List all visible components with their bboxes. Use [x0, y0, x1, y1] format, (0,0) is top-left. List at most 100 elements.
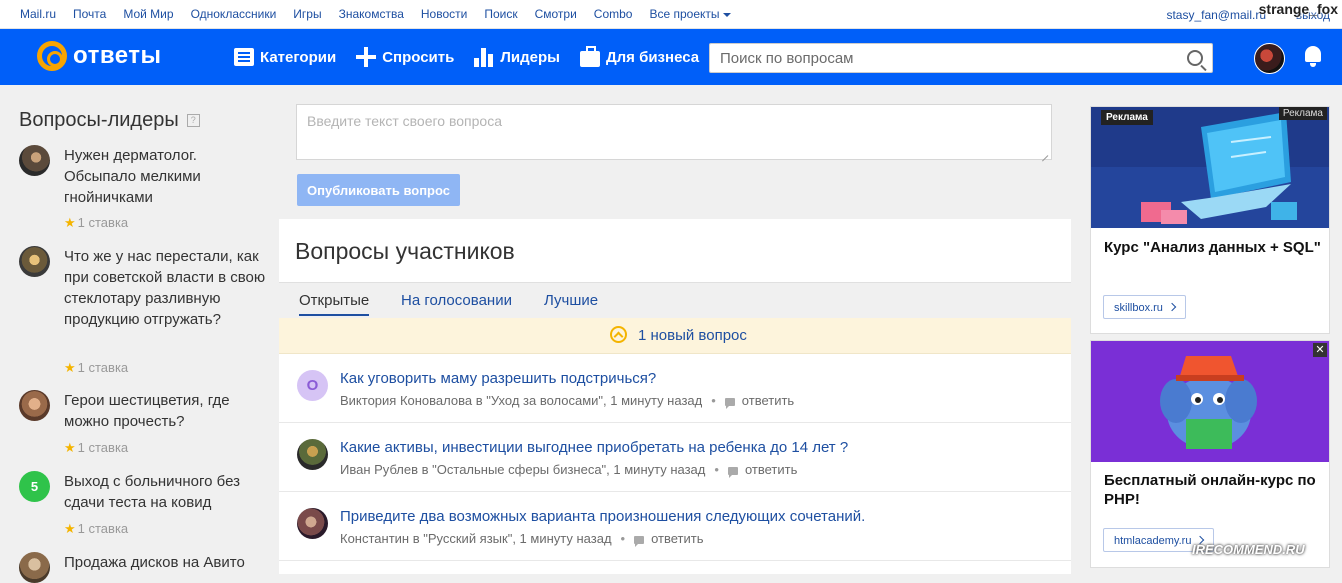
- avatar: [19, 145, 50, 176]
- close-icon[interactable]: ✕: [1313, 343, 1327, 357]
- nav-business-label: Для бизнеса: [605, 48, 700, 66]
- answer-link[interactable]: ответить: [745, 462, 797, 477]
- ad-title[interactable]: Бесплатный онлайн-курс по PHP!: [1104, 471, 1324, 509]
- logo[interactable]: ответы: [37, 41, 162, 71]
- watermark-top: strange_fox: [1258, 1, 1338, 17]
- separator: •: [711, 393, 716, 408]
- stake-badge: ★ 1 ставка: [64, 215, 128, 231]
- portal-link-myworld[interactable]: Мой Мир: [123, 7, 173, 21]
- stake-badge: ★ 1 ставка: [64, 360, 128, 376]
- nav-leaders[interactable]: Лидеры: [474, 47, 560, 67]
- nav-business[interactable]: Для бизнеса: [579, 45, 700, 67]
- tab-open[interactable]: Открытые: [299, 292, 369, 309]
- bars-icon: [474, 47, 494, 67]
- portal-link-combo[interactable]: Combo: [594, 7, 633, 21]
- portal-link-search[interactable]: Поиск: [484, 7, 517, 21]
- all-projects-label: Все проекты: [649, 7, 720, 21]
- star-icon: ★: [64, 440, 76, 455]
- question-meta: Иван Рублев в "Остальные сферы бизнеса",…: [340, 462, 797, 478]
- leader-question-text[interactable]: Продажа дисков на Авито: [64, 552, 269, 573]
- logo-text: ответы: [73, 42, 162, 69]
- resize-handle[interactable]: [1039, 147, 1049, 157]
- user-email-link[interactable]: stasy_fan@mail.ru: [1166, 8, 1266, 22]
- answer-link[interactable]: ответить: [742, 393, 794, 408]
- new-question-text: 1 новый вопрос: [638, 327, 747, 344]
- avatar: [19, 390, 50, 421]
- question-title[interactable]: Какие активы, инвестиции выгоднее приобр…: [340, 439, 848, 456]
- search-input[interactable]: [710, 44, 1170, 72]
- portal-link-mail[interactable]: Почта: [73, 7, 106, 21]
- list-icon: [234, 48, 254, 66]
- ad-label-corner: Реклама: [1278, 107, 1327, 120]
- comment-icon: [634, 535, 645, 547]
- stake-badge: ★ 1 ставка: [64, 521, 128, 537]
- avatar: [19, 246, 50, 277]
- question-input[interactable]: [296, 104, 1052, 160]
- question-author: Виктория Коновалова в "Уход за волосами"…: [340, 393, 703, 408]
- user-avatar[interactable]: [1254, 43, 1285, 74]
- leader-question-text[interactable]: Герои шестицветия, где можно прочесть?: [64, 390, 269, 432]
- chevron-down-icon: [722, 12, 731, 17]
- laptop-illustration: [1091, 107, 1329, 228]
- search-icon[interactable]: [1187, 50, 1203, 66]
- chevron-up-icon: [610, 326, 627, 343]
- stake-text: 1 ставка: [77, 521, 129, 536]
- sidebar-title: Вопросы-лидеры?: [19, 109, 200, 132]
- portal-link-mailru[interactable]: Mail.ru: [20, 7, 56, 21]
- leader-question-text[interactable]: Что же у нас перестали, как при советско…: [64, 246, 269, 330]
- question-tabs: Открытые На голосовании Лучшие: [279, 282, 1071, 319]
- at-logo-icon: [37, 41, 67, 71]
- question-meta: Константин в "Русский язык", 1 минуту на…: [340, 531, 704, 547]
- portal-link-dating[interactable]: Знакомства: [339, 7, 404, 21]
- ad-skillbox[interactable]: Реклама Реклама Курс "Анализ данных + SQ…: [1090, 106, 1330, 334]
- avatar[interactable]: [297, 508, 328, 539]
- question-author: Константин в "Русский язык", 1 минуту на…: [340, 531, 612, 546]
- portal-link-ok[interactable]: Одноклассники: [191, 7, 277, 21]
- nav-categories-label: Категории: [260, 48, 337, 66]
- star-icon: ★: [64, 521, 76, 536]
- help-icon[interactable]: ?: [186, 114, 200, 128]
- chevron-right-icon: [1167, 302, 1177, 312]
- avatar[interactable]: О: [297, 370, 328, 401]
- ad-site-button[interactable]: skillbox.ru: [1103, 295, 1186, 319]
- leader-question-text[interactable]: Выход с больничного без сдачи теста на к…: [64, 471, 269, 513]
- stake-text: 1 ставка: [77, 215, 129, 230]
- stake-text: 1 ставка: [77, 360, 129, 375]
- portal-link-watch[interactable]: Смотри: [535, 7, 577, 21]
- publish-question-button[interactable]: Опубликовать вопрос: [297, 174, 460, 206]
- star-icon: ★: [64, 360, 76, 375]
- tab-best[interactable]: Лучшие: [544, 292, 598, 309]
- ad-site-label: skillbox.ru: [1114, 302, 1163, 314]
- comment-icon: [724, 397, 735, 409]
- ad-title[interactable]: Курс "Анализ данных + SQL": [1104, 238, 1324, 257]
- portal-link-news[interactable]: Новости: [421, 7, 467, 21]
- main-header: ответы Категории Спросить Лидеры Для биз…: [0, 29, 1342, 85]
- ad-label: Реклама: [1101, 110, 1153, 125]
- ad-htmlacademy[interactable]: ✕ Бесплатный онлайн-курс по PHP! htmlaca…: [1090, 340, 1330, 568]
- tab-voting[interactable]: На голосовании: [401, 292, 512, 309]
- portal-link-games[interactable]: Игры: [293, 7, 321, 21]
- portal-links: Mail.ru Почта Мой Мир Одноклассники Игры…: [20, 7, 748, 21]
- new-question-banner[interactable]: 1 новый вопрос: [279, 318, 1071, 354]
- nav-categories[interactable]: Категории: [234, 48, 336, 66]
- star-icon: ★: [64, 215, 76, 230]
- search-box: [709, 43, 1213, 73]
- question-row: Приведите два возможных варианта произно…: [279, 492, 1071, 561]
- answer-link[interactable]: ответить: [651, 531, 703, 546]
- bell-icon[interactable]: [1305, 46, 1321, 67]
- avatar[interactable]: [297, 439, 328, 470]
- sidebar-title-text: Вопросы-лидеры: [19, 109, 179, 131]
- nav-ask-label: Спросить: [382, 48, 455, 66]
- leader-question-text[interactable]: Нужен дерматолог. Обсыпало мелкими гнойн…: [64, 145, 269, 208]
- avatar: 5: [19, 471, 50, 502]
- nav-leaders-label: Лидеры: [500, 48, 560, 66]
- elephant-illustration: [1091, 341, 1329, 462]
- section-title: Вопросы участников: [295, 238, 515, 264]
- portal-link-all-projects[interactable]: Все проекты: [649, 7, 731, 21]
- nav-ask[interactable]: Спросить: [356, 47, 454, 67]
- question-title[interactable]: Приведите два возможных варианта произно…: [340, 508, 865, 525]
- stake-badge: ★ 1 ставка: [64, 440, 128, 456]
- plus-icon: [356, 47, 377, 67]
- active-tab-indicator: [299, 314, 369, 316]
- question-title[interactable]: Как уговорить маму разрешить подстричься…: [340, 370, 656, 387]
